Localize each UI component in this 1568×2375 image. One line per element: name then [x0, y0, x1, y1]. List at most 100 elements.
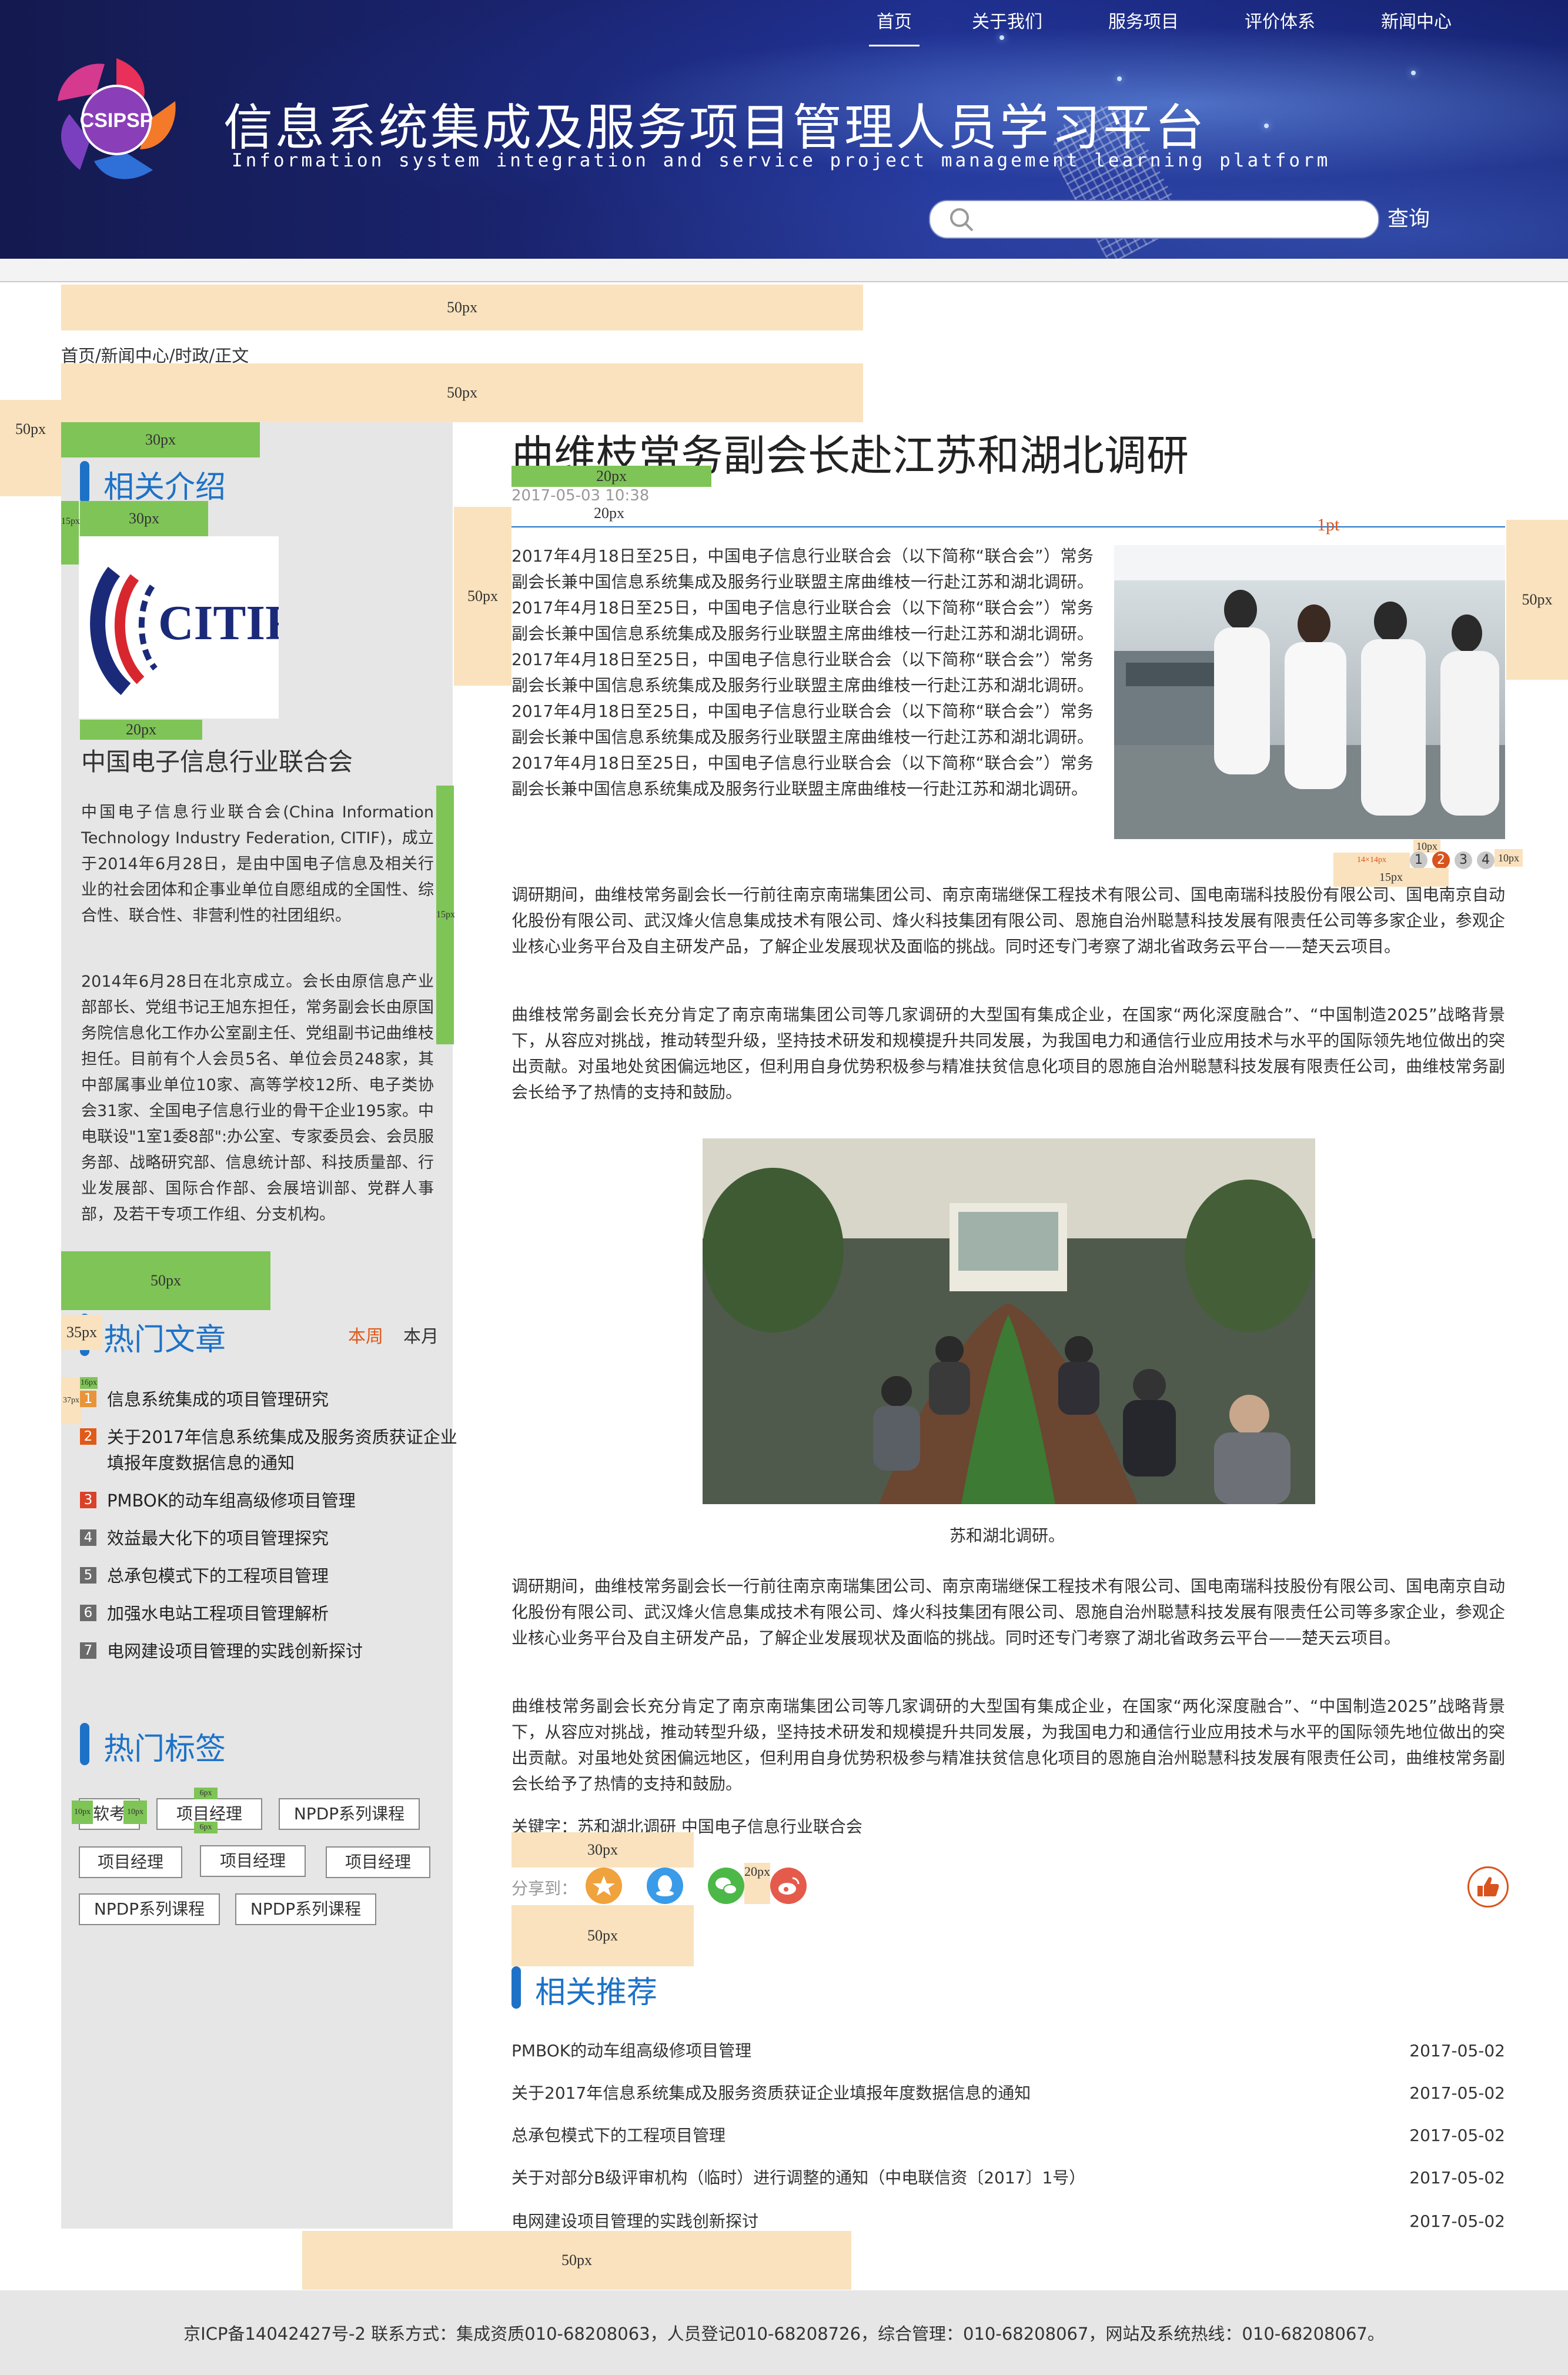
thumbs-up-icon [1477, 1877, 1499, 1896]
tag-item[interactable]: NPDP系列课程 [79, 1893, 220, 1925]
hot-article-title: 电网建设项目管理的实践创新探讨 [107, 1641, 363, 1661]
decorative-dot [1411, 71, 1416, 75]
section-marker [511, 1966, 521, 2009]
nav-item-services[interactable]: 服务项目 [1105, 0, 1182, 45]
article-paragraph: 调研期间，曲维枝常务副会长一行前往南京南瑞集团公司、南京南瑞继保工程技术有限公司… [511, 1576, 1505, 1648]
carousel-dot[interactable]: 1 [1410, 851, 1427, 869]
section-title: 热门标签 [103, 1732, 226, 1767]
related-item-title: PMBOK的动车组高级修项目管理 [511, 2041, 752, 2060]
article-date: 2017-05-03 10:38 [511, 487, 650, 505]
spacing-annotation: 16px [80, 1377, 98, 1389]
rank-badge: 7 [80, 1642, 96, 1659]
rank-badge: 5 [80, 1567, 96, 1584]
article-paragraph: 曲维枝常务副会长充分肯定了南京南瑞集团公司等几家调研的大型国有集成企业，在国家“… [511, 1696, 1505, 1793]
spacing-annotation: 10px [1413, 840, 1440, 853]
related-item-title: 关于对部分B级评审机构（临时）进行调整的通知（中电联信资〔2017〕1号） [511, 2168, 1086, 2187]
hot-article-title: 总承包模式下的工程项目管理 [107, 1566, 329, 1586]
weibo-icon[interactable] [770, 1868, 807, 1904]
carousel-dot[interactable]: 3 [1455, 851, 1472, 869]
svg-text:CITIF: CITIF [158, 596, 279, 650]
qzone-icon[interactable] [586, 1868, 622, 1904]
hot-article-title: 加强水电站工程项目管理解析 [107, 1604, 329, 1624]
rank-badge: 3 [80, 1492, 96, 1508]
org-name: 中国电子信息行业联合会 [81, 747, 353, 776]
related-item-title: 关于2017年信息系统集成及服务资质获证企业填报年度数据信息的通知 [511, 2083, 1031, 2103]
spacing-annotation: 10px [123, 1801, 147, 1824]
nav-item-news[interactable]: 新闻中心 [1378, 0, 1455, 45]
svg-text:CSIPSP: CSIPSP [80, 109, 153, 132]
spacing-annotation: 6px [194, 1788, 218, 1799]
related-item-date: 2017-05-02 [1409, 2168, 1505, 2187]
spacing-annotation: 20px [744, 1863, 770, 1904]
spacing-annotation: 50px [61, 285, 863, 330]
spacing-annotation: 14×14px [1333, 853, 1410, 868]
share-label: 分享到： [511, 1879, 578, 1898]
photo-caption: 苏和湖北调研。 [950, 1526, 1065, 1545]
related-item-date: 2017-05-02 [1409, 2212, 1505, 2231]
org-history: 2014年6月28日在北京成立。会长由原信息产业部部长、党组书记王旭东担任，常务… [81, 973, 434, 1224]
related-item[interactable]: PMBOK的动车组高级修项目管理 2017-05-02 [511, 2038, 1505, 2064]
related-item[interactable]: 关于对部分B级评审机构（临时）进行调整的通知（中电联信资〔2017〕1号） 20… [511, 2165, 1505, 2191]
related-item[interactable]: 关于2017年信息系统集成及服务资质获证企业填报年度数据信息的通知 2017-0… [511, 2080, 1505, 2106]
spacing-annotation: 50px [302, 2231, 851, 2290]
like-button[interactable] [1467, 1866, 1509, 1908]
carousel-dot[interactable]: 4 [1477, 851, 1495, 869]
spacing-annotation: 15px [61, 501, 80, 564]
carousel-dot-active[interactable]: 2 [1432, 851, 1450, 869]
spacing-annotation: 50px [1506, 520, 1568, 680]
nav-item-about[interactable]: 关于我们 [969, 0, 1045, 45]
section-marker [80, 1723, 89, 1765]
article-paragraph: 曲维枝常务副会长充分肯定了南京南瑞集团公司等几家调研的大型国有集成企业，在国家“… [511, 1005, 1505, 1102]
search-button[interactable]: 查询 [1388, 203, 1430, 236]
related-item-date: 2017-05-02 [1409, 2083, 1505, 2103]
spacing-annotation: 50px [454, 507, 511, 686]
wechat-icon[interactable] [708, 1868, 744, 1904]
spacing-annotation: 20px [511, 466, 711, 487]
site-logo[interactable]: CSIPSP [46, 49, 187, 191]
spacing-annotation: 50px [0, 400, 61, 496]
site-subtitle: Information system integration and servi… [232, 150, 1331, 171]
article-photo-lab-visit [1114, 545, 1505, 839]
tag-item[interactable]: NPDP系列课程 [235, 1893, 376, 1925]
spacing-annotation: 10px [72, 1801, 93, 1824]
rank-badge: 1 [80, 1391, 96, 1407]
rank-badge: 4 [80, 1529, 96, 1546]
org-description: 中国电子信息行业联合会(China Information Technology… [81, 803, 434, 925]
decorative-dot [1264, 123, 1269, 128]
article-paragraph: 2017年4月18日至25日，中国电子信息行业联合会（以下简称“联合会”）常务副… [511, 546, 1094, 799]
spacing-annotation: 50px [61, 363, 863, 422]
qq-icon[interactable] [647, 1868, 683, 1904]
nav-item-evaluation[interactable]: 评价体系 [1242, 0, 1318, 45]
related-item[interactable]: 总承包模式下的工程项目管理 2017-05-02 [511, 2123, 1505, 2149]
title-divider [511, 526, 1505, 527]
spacing-annotation: 20px [80, 720, 202, 740]
nav-item-home[interactable]: 首页 [869, 0, 920, 46]
spacing-annotation: 30px [511, 1832, 694, 1868]
search-icon [949, 207, 975, 233]
org-logo-image: CITIF [79, 536, 295, 719]
section-title: 热门文章 [103, 1322, 226, 1358]
decorative-dot [1117, 76, 1122, 81]
article-paragraph: 调研期间，曲维枝常务副会长一行前往南京南瑞集团公司、南京南瑞继保工程技术有限公司… [511, 885, 1505, 956]
spacing-annotation: 30px [80, 501, 208, 536]
site-title: 信息系统集成及服务项目管理人员学习平台 [223, 99, 1207, 156]
tab-this-month[interactable]: 本月 [403, 1322, 439, 1348]
tag-item[interactable]: 项目经理 [326, 1846, 430, 1878]
spacing-annotation: 6px [194, 1822, 218, 1833]
footer-text: 京ICP备14042427号-2 联系方式：集成资质010-68208063，人… [183, 2324, 1385, 2344]
hot-article-title: 关于2017年信息系统集成及服务资质获证企业填报年度数据信息的通知 [107, 1427, 457, 1473]
spacing-annotation: 50px [511, 1905, 694, 1966]
tag-item[interactable]: 项目经理 [200, 1845, 306, 1877]
search-input[interactable] [929, 200, 1379, 239]
spacing-annotation: 30px [61, 422, 260, 457]
spacing-annotation: 10px [1495, 849, 1523, 867]
section-marker [80, 461, 89, 503]
tab-this-week[interactable]: 本周 [348, 1322, 383, 1348]
hot-article-title: PMBOK的动车组高级修项目管理 [107, 1491, 356, 1511]
hot-article-title: 信息系统集成的项目管理研究 [107, 1389, 329, 1409]
spacing-annotation: 1pt [1317, 515, 1340, 535]
tag-item[interactable]: 项目经理 [79, 1846, 182, 1878]
article-photo-meeting [703, 1138, 1315, 1504]
tag-item[interactable]: NPDP系列课程 [279, 1798, 420, 1830]
section-title: 相关介绍 [103, 470, 226, 505]
